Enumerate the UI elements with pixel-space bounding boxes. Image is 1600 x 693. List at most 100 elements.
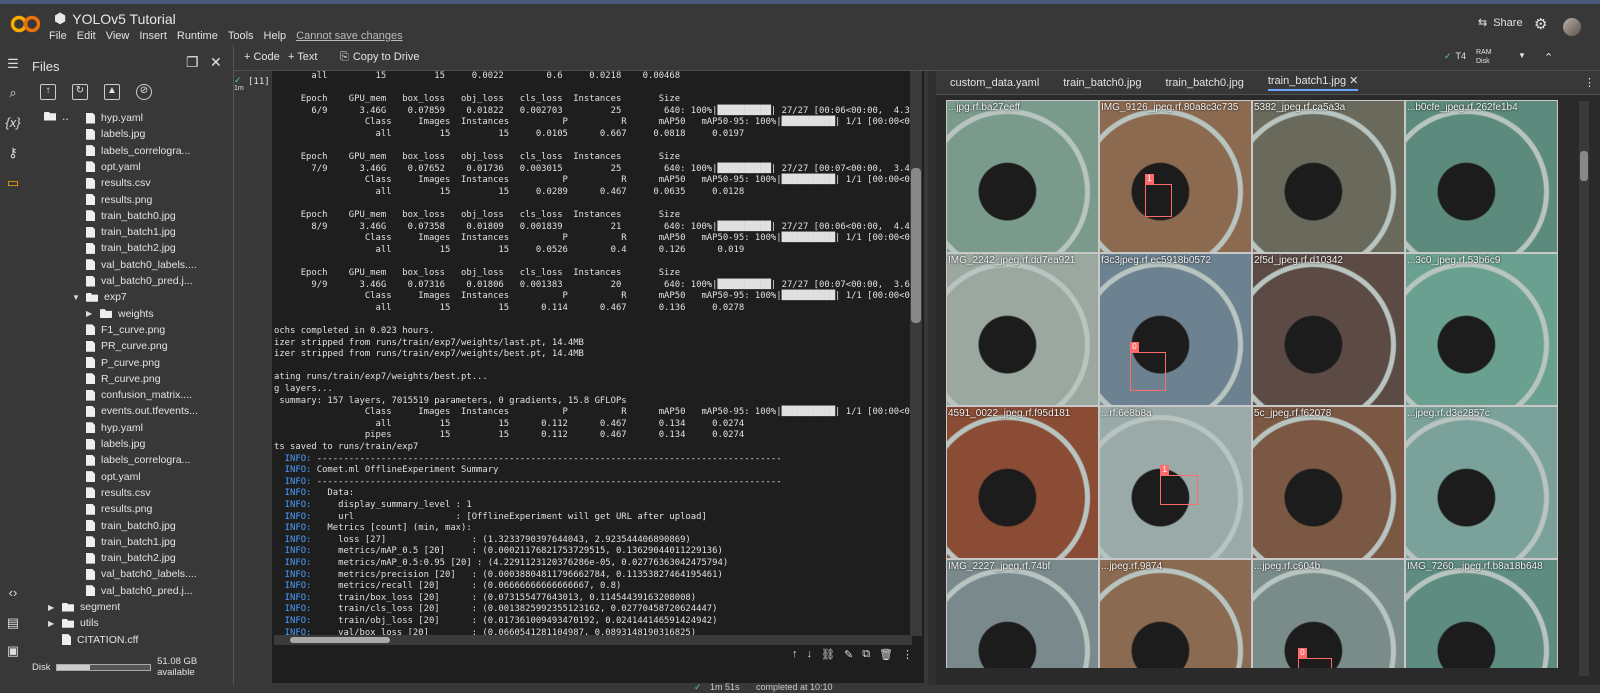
file-item[interactable]: labels_correlogra...: [86, 452, 190, 468]
collapse-icon[interactable]: ⌃: [1544, 51, 1553, 64]
file-item[interactable]: results.png: [86, 501, 152, 517]
file-item[interactable]: F1_curve.png: [86, 322, 165, 338]
viewer-scrollbar[interactable]: [1579, 101, 1589, 676]
move-up-icon[interactable]: ↑: [792, 648, 798, 661]
file-item[interactable]: opt.yaml: [86, 469, 141, 485]
file-item[interactable]: opt.yaml: [86, 159, 141, 175]
file-item[interactable]: val_batch0_labels....: [86, 257, 197, 273]
tab-custom_data-yaml[interactable]: custom_data.yaml: [950, 77, 1039, 89]
copy-to-drive-button[interactable]: ⎘ Copy to Drive: [340, 51, 419, 64]
chevron-right-icon[interactable]: ▶: [48, 603, 56, 612]
terminal-icon[interactable]: ▤: [5, 615, 21, 631]
link-icon[interactable]: ⛓: [821, 648, 835, 661]
folder-item[interactable]: ▶ segment: [48, 599, 120, 615]
file-icon: [86, 454, 95, 466]
variables-icon[interactable]: {x}: [5, 115, 21, 131]
tab-train_batch1-jpg[interactable]: train_batch1.jpg ✕: [1267, 74, 1359, 91]
file-item[interactable]: hyp.yaml: [86, 420, 143, 436]
code-icon[interactable]: ‹›: [5, 585, 21, 601]
output-line: ating runs/train/exp7/weights/best.pt...: [274, 372, 488, 383]
console-icon[interactable]: ▣: [5, 643, 21, 659]
share-button[interactable]: ⇆ Share: [1478, 16, 1523, 30]
file-item[interactable]: R_curve.png: [86, 371, 161, 387]
folder-icon[interactable]: ▭: [5, 175, 21, 191]
tab-train_batch0-jpg[interactable]: train_batch0.jpg: [1063, 77, 1141, 89]
file-label: results.png: [101, 503, 153, 516]
chevron-right-icon[interactable]: ▶: [86, 309, 94, 318]
top-bar: ⬢ YOLOv5 Tutorial File Edit View Insert Runt…: [0, 0, 1600, 45]
file-item[interactable]: val_batch0_pred.j...: [86, 273, 193, 289]
pane-divider[interactable]: [928, 71, 936, 685]
file-item[interactable]: hyp.yaml: [86, 110, 143, 126]
gear-icon[interactable]: ⚙: [1534, 15, 1547, 33]
info-line: INFO: train/obj_loss [20] : (0.017361009…: [274, 616, 914, 628]
more-icon[interactable]: ⋮: [1584, 76, 1595, 89]
tile-caption: IMG_7260...jpeg.rf.b8a18b648: [1407, 561, 1543, 572]
more-icon[interactable]: ⋮: [902, 648, 913, 661]
edit-icon[interactable]: ✎: [844, 648, 853, 661]
menu-insert[interactable]: Insert: [139, 30, 167, 42]
output-vscrollbar[interactable]: [910, 71, 922, 636]
menu-view[interactable]: View: [106, 30, 130, 42]
file-item[interactable]: CITATION.cff: [48, 632, 138, 648]
file-item[interactable]: events.out.tfevents...: [86, 403, 198, 419]
file-item[interactable]: labels_correlogra...: [86, 143, 190, 159]
menu-file[interactable]: File: [49, 30, 67, 42]
refresh-icon[interactable]: ↻: [72, 84, 88, 100]
colab-logo[interactable]: [10, 13, 42, 35]
folder-item[interactable]: ▼ exp7: [72, 289, 127, 305]
menu-runtime[interactable]: Runtime: [177, 30, 218, 42]
output-hscrollbar-thumb[interactable]: [290, 637, 390, 643]
file-item[interactable]: results.png: [86, 192, 152, 208]
new-window-icon[interactable]: ❐: [186, 54, 199, 71]
delete-icon[interactable]: 🗑: [879, 648, 893, 661]
close-tab-icon[interactable]: ✕: [1346, 75, 1358, 87]
file-item[interactable]: results.csv: [86, 175, 151, 191]
file-icon: [62, 634, 71, 646]
move-down-icon[interactable]: ↓: [807, 648, 813, 661]
notebook-title[interactable]: YOLOv5 Tutorial: [72, 11, 176, 27]
file-item[interactable]: results.csv: [86, 485, 151, 501]
add-code-button[interactable]: + Code: [244, 51, 280, 63]
save-warning-link[interactable]: Cannot save changes: [296, 30, 402, 42]
folder-item[interactable]: ▶ utils: [48, 615, 99, 631]
menu-help[interactable]: Help: [264, 30, 287, 42]
file-item[interactable]: val_batch0_labels....: [86, 566, 197, 582]
avatar[interactable]: [1563, 18, 1581, 36]
runtime-dropdown-icon[interactable]: ▼: [1518, 51, 1526, 60]
chevron-down-icon[interactable]: ▼: [72, 293, 80, 302]
chevron-right-icon[interactable]: ▶: [48, 619, 56, 628]
menu-tools[interactable]: Tools: [228, 30, 254, 42]
viewer-scrollbar-thumb[interactable]: [1580, 151, 1588, 181]
file-item[interactable]: P_curve.png: [86, 355, 160, 371]
mirror-icon[interactable]: ⧉: [862, 648, 870, 661]
file-item[interactable]: train_batch1.jpg: [86, 224, 176, 240]
file-item[interactable]: confusion_matrix....: [86, 387, 192, 403]
menu-edit[interactable]: Edit: [77, 30, 96, 42]
folder-item[interactable]: ▶ weights: [86, 306, 154, 322]
add-text-button[interactable]: + Text: [288, 51, 317, 63]
search-icon[interactable]: ⌕: [5, 85, 21, 101]
file-item[interactable]: train_batch0.jpg: [86, 518, 176, 534]
output-line: Class Images Instances P R mAP50 mAP50-9…: [274, 175, 914, 186]
file-item[interactable]: train_batch1.jpg: [86, 534, 176, 550]
output-vscrollbar-thumb[interactable]: [911, 168, 921, 323]
upload-icon[interactable]: ↑: [40, 84, 56, 100]
mount-drive-icon[interactable]: ▲: [104, 84, 120, 100]
list-icon[interactable]: ☰: [5, 56, 21, 72]
file-item[interactable]: labels.jpg: [86, 126, 145, 142]
file-label: labels_correlogra...: [101, 454, 191, 467]
file-item[interactable]: train_batch2.jpg: [86, 550, 176, 566]
file-item[interactable]: train_batch0.jpg: [86, 208, 176, 224]
runtime-status[interactable]: ✓ T4: [1444, 51, 1466, 62]
tab-train_batch0-jpg[interactable]: train_batch0.jpg: [1166, 77, 1244, 89]
close-icon[interactable]: ✕: [210, 54, 222, 71]
file-item[interactable]: PR_curve.png: [86, 338, 168, 354]
file-item[interactable]: labels.jpg: [86, 436, 145, 452]
image-viewer-panel: custom_data.yaml train_batch0.jpg train_ba…: [936, 71, 1600, 685]
hide-files-icon[interactable]: ⊘: [136, 84, 152, 100]
key-icon[interactable]: ⚷: [5, 145, 21, 161]
file-item[interactable]: val_batch0_pred.j...: [86, 583, 193, 599]
ram-disk-meter[interactable]: RAM Disk: [1476, 48, 1492, 66]
file-item[interactable]: train_batch2.jpg: [86, 240, 176, 256]
